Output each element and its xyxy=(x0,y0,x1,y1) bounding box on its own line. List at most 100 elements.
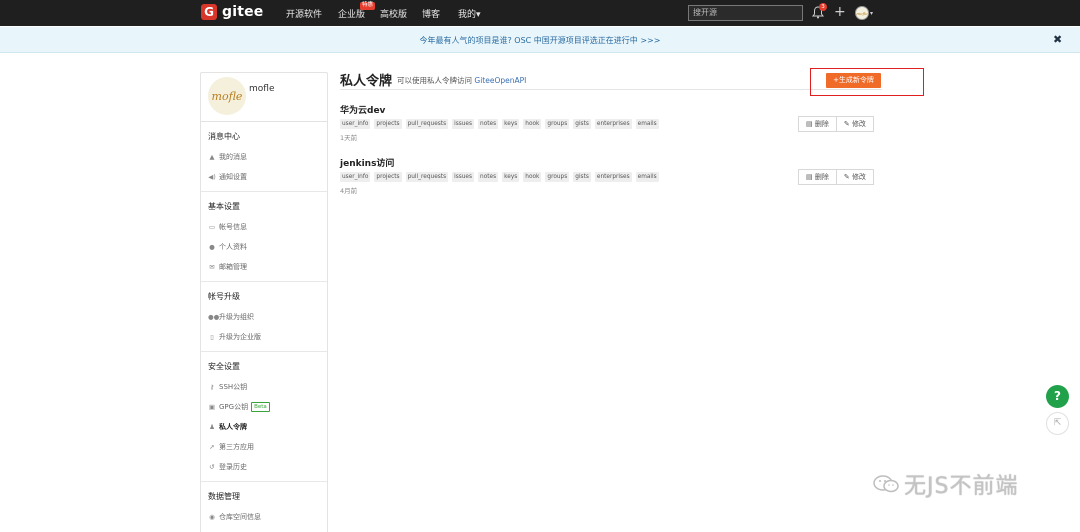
chevron-down-icon: ▾ xyxy=(476,10,481,20)
bell-icon: ▲ xyxy=(209,153,215,161)
sidebar-item-label: 通知设置 xyxy=(219,173,247,181)
card-icon: ▭ xyxy=(208,223,216,231)
sidebar-item-label: 邮箱管理 xyxy=(219,263,247,271)
sidebar-item-label: 帐号信息 xyxy=(219,223,247,231)
nav-university[interactable]: 高校版 xyxy=(380,7,407,20)
lock-icon: ▣ xyxy=(208,403,216,411)
sidebar-item-label: 升级为组织 xyxy=(219,313,254,321)
watermark-text: 无JS不前端 xyxy=(904,474,1019,499)
edit-icon: ✎ xyxy=(843,173,852,181)
delete-token-button[interactable]: ▤ 删除 xyxy=(798,169,837,185)
sidebar-item[interactable]: ▲ 我的消息 xyxy=(201,147,327,167)
nav-enterprise[interactable]: 企业版 特惠 xyxy=(338,2,376,20)
edit-token-button[interactable]: ✎ 修改 xyxy=(836,169,874,185)
share-icon[interactable]: ⇱ xyxy=(1046,412,1069,435)
token-actions: ▤ 删除 ✎ 修改 xyxy=(798,169,874,185)
sidebar-item[interactable]: ↺ 登录历史 xyxy=(201,457,327,477)
sidebar-section: 消息中心 ▲ 我的消息 ◀) 通知设置 xyxy=(201,122,327,192)
scope-list: user_info projects pull_requests issues note… xyxy=(340,119,663,129)
scope-tag: emails xyxy=(635,172,659,182)
beta-badge: Beta xyxy=(251,402,270,412)
scope-tag: enterprises xyxy=(594,172,632,182)
sidebar-section: 基本设置 ▭ 帐号信息 ● 个人资料 ✉ 邮箱管理 xyxy=(201,192,327,282)
scope-tag: user_info xyxy=(340,119,371,129)
sidebar-item-label: 我的消息 xyxy=(219,153,247,161)
sidebar-section-title: 数据管理 xyxy=(208,492,240,501)
sidebar-item[interactable]: ⚷ SSH公钥 xyxy=(201,377,327,397)
sidebar-item[interactable]: ●● 升级为组织 xyxy=(201,307,327,327)
sidebar-section: 数据管理 ◉ 仓库空间信息 ▦私有仓库设置 xyxy=(201,482,327,532)
sidebar-item[interactable]: ▦私有仓库设置 xyxy=(201,527,327,532)
scope-tag: gists xyxy=(573,172,591,182)
edit-icon: ✎ xyxy=(843,120,852,128)
sidebar-item-label: 私有仓库设置 xyxy=(219,527,261,532)
sidebar-item[interactable]: ➚ 第三方应用 xyxy=(201,437,327,457)
gitee-logo[interactable]: G gitee xyxy=(201,4,264,20)
mail-icon: ✉ xyxy=(209,263,215,271)
sidebar-item[interactable]: ♟ 私人令牌 xyxy=(201,417,327,437)
sidebar-item[interactable]: ✉ 邮箱管理 xyxy=(201,257,327,277)
scope-tag: groups xyxy=(545,119,570,129)
scope-tag: gists xyxy=(573,119,591,129)
rocket-icon: ➚ xyxy=(209,443,215,451)
sidebar-item[interactable]: ▣ GPG公钥 Beta xyxy=(201,397,327,417)
sidebar-item[interactable]: ◉ 仓库空间信息 xyxy=(201,507,327,527)
sidebar-section: 安全设置 ⚷ SSH公钥 ▣ GPG公钥 Beta ♟ 私人令牌 ➚ 第三方应用 ↺ 登录历史 xyxy=(201,352,327,482)
user-secret-icon: ♟ xyxy=(209,423,215,431)
sidebar-item[interactable]: ▭ 帐号信息 xyxy=(201,217,327,237)
trash-icon: ▤ xyxy=(806,173,815,181)
token-time: 1天前 xyxy=(340,134,358,142)
username[interactable]: mofle xyxy=(249,84,274,94)
sidebar-item[interactable]: ▯ 升级为企业版 xyxy=(201,327,327,347)
sidebar-item[interactable]: ◀) 通知设置 xyxy=(201,167,327,187)
scope-tag: notes xyxy=(478,119,499,129)
scope-tag: user_info xyxy=(340,172,371,182)
sidebar-section-title: 基本设置 xyxy=(208,202,240,211)
help-button[interactable]: ? xyxy=(1046,385,1069,408)
scope-tag: issues xyxy=(452,172,475,182)
nav-open-source[interactable]: 开源软件 xyxy=(286,7,322,20)
token-actions: ▤ 删除 ✎ 修改 xyxy=(798,116,874,132)
plus-icon[interactable]: + xyxy=(834,3,846,21)
scope-tag: projects xyxy=(374,172,402,182)
gitee-logo-icon: G xyxy=(201,4,217,20)
logo-text: gitee xyxy=(222,4,264,20)
avatar-chevron-icon[interactable]: ▾ xyxy=(870,10,873,17)
nav-blog[interactable]: 博客 xyxy=(422,7,440,20)
building-icon: ▯ xyxy=(210,333,214,341)
sidebar-item[interactable]: ● 个人资料 xyxy=(201,237,327,257)
scope-tag: pull_requests xyxy=(405,172,449,182)
settings-icon: ▦ xyxy=(208,527,216,532)
delete-label: 删除 xyxy=(814,120,829,128)
promo-badge: 特惠 xyxy=(360,2,376,10)
close-icon[interactable]: ✖ xyxy=(1053,33,1062,46)
scope-tag: keys xyxy=(502,119,520,129)
nav-mine-label: 我的 xyxy=(458,10,477,20)
avatar[interactable]: mofle xyxy=(208,77,246,115)
sidebar-item-label: 私人令牌 xyxy=(219,423,247,431)
nav-enterprise-label: 企业版 xyxy=(338,10,366,20)
edit-token-button[interactable]: ✎ 修改 xyxy=(836,116,874,132)
nav-mine[interactable]: 我的▾ xyxy=(458,7,481,20)
scope-tag: projects xyxy=(374,119,402,129)
edit-label: 修改 xyxy=(851,120,866,128)
token-name: jenkins访问 xyxy=(340,159,395,169)
user-avatar[interactable]: mofle xyxy=(855,6,869,20)
delete-label: 删除 xyxy=(814,173,829,181)
announcement-link[interactable]: 今年最有人气的项目是谁? OSC 中国开源项目评选正在进行中 >>> xyxy=(0,35,1080,46)
page-subtitle: 可以使用私人令牌访问 GiteeOpenAPI xyxy=(397,75,526,86)
scope-tag: enterprises xyxy=(594,119,632,129)
settings-sidebar: mofle mofle 消息中心 ▲ 我的消息 ◀) 通知设置 基本设置 ▭ 帐号信息 ● 个人资… xyxy=(200,72,328,532)
openapi-link[interactable]: GiteeOpenAPI xyxy=(474,76,526,85)
search-input[interactable]: 搜开源 xyxy=(688,5,803,21)
profile-card: mofle mofle xyxy=(201,73,327,122)
sidebar-item-label: 第三方应用 xyxy=(219,443,254,451)
sidebar-item-label: 升级为企业版 xyxy=(219,333,261,341)
edit-label: 修改 xyxy=(851,173,866,181)
generate-token-button[interactable]: +生成新令牌 xyxy=(826,73,881,88)
scope-tag: pull_requests xyxy=(405,119,449,129)
delete-token-button[interactable]: ▤ 删除 xyxy=(798,116,837,132)
scope-tag: groups xyxy=(545,172,570,182)
announcement-bar: 今年最有人气的项目是谁? OSC 中国开源项目评选正在进行中 >>> ✖ xyxy=(0,27,1080,53)
subtitle-text: 可以使用私人令牌访问 xyxy=(397,76,472,85)
